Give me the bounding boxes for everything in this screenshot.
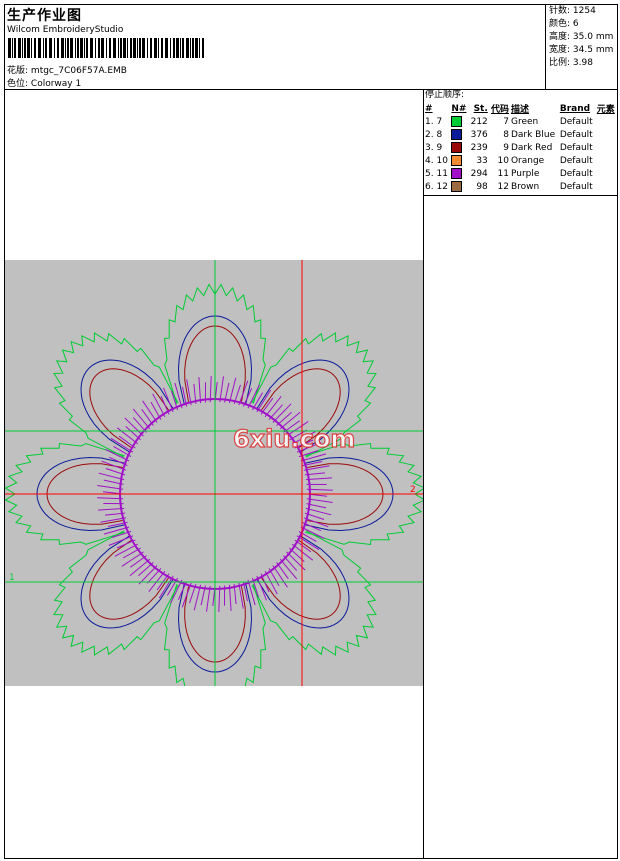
col-element: 元素 — [596, 105, 615, 115]
row-brand: Default — [559, 181, 593, 192]
color-swatch-icon — [451, 129, 463, 140]
production-sheet: 生产作业图 Wilcom EmbroideryStudio 花版: mtgc_7… — [4, 4, 618, 859]
row-brand: Default — [559, 142, 593, 153]
row-code: 10 — [497, 155, 509, 166]
row-stitches: 239 — [470, 142, 488, 153]
design-file: mtgc_7C06F57A.EMB — [30, 66, 127, 76]
row-code: 8 — [503, 129, 509, 140]
row-description: Brown — [510, 181, 540, 192]
row-element — [596, 167, 617, 180]
software-name: Wilcom EmbroideryStudio — [7, 25, 124, 35]
row-stitches: 294 — [470, 168, 488, 179]
table-row: 5. 11 294 11 Purple Default — [424, 167, 617, 180]
table-header-row: # N# St. 代码 描述 Brand 元素 — [424, 102, 617, 116]
row-code: 11 — [497, 168, 509, 179]
stop-sequence-panel: 停止顺序: # N# St. 代码 描述 Brand 元素 1. 7 212 7 Gr… — [424, 89, 617, 196]
color-swatch-icon — [451, 116, 463, 127]
sheet-header: 生产作业图 Wilcom EmbroideryStudio 花版: mtgc_7… — [5, 5, 617, 90]
row-index: 2. 8 — [425, 129, 443, 140]
row-index: 3. 9 — [425, 142, 443, 153]
row-index: 1. 7 — [425, 116, 443, 127]
row-element — [596, 128, 617, 141]
row-code: 9 — [503, 142, 509, 153]
row-stitches: 376 — [470, 129, 488, 140]
row-description: Dark Blue — [510, 129, 556, 140]
col-description: 描述 — [510, 105, 529, 115]
row-brand: Default — [559, 155, 593, 166]
design-canvas: 1 2 6xiu.com — [5, 89, 424, 859]
row-index: 4. 10 — [425, 155, 448, 166]
row-element — [596, 154, 617, 167]
table-row: 1. 7 212 7 Green Default — [424, 115, 617, 128]
design-label: 花版: — [7, 66, 29, 76]
watermark: 6xiu.com — [233, 425, 355, 453]
col-index: # — [425, 103, 433, 114]
row-stitches: 33 — [476, 155, 488, 166]
embroidery-preview: 1 2 6xiu.com — [5, 260, 423, 686]
design-file-line: 花版: mtgc_7C06F57A.EMB — [7, 63, 127, 76]
row-stitches: 212 — [470, 116, 488, 127]
col-brand: Brand — [559, 103, 591, 114]
row-swatch — [450, 128, 468, 141]
color-swatch-icon — [451, 142, 463, 153]
table-row: 4. 10 33 10 Orange Default — [424, 154, 617, 167]
barcode — [8, 38, 204, 58]
row-description: Orange — [510, 155, 545, 166]
stop-sequence-title: 停止顺序: — [425, 90, 465, 100]
stat-width: 宽度: 34.5 mm — [549, 45, 614, 55]
colorway-line: 色位: Colorway 1 — [7, 76, 81, 89]
table-row: 2. 8 376 8 Dark Blue Default — [424, 128, 617, 141]
stat-colors: 颜色: 6 — [549, 19, 579, 29]
colorway-label: 色位: — [7, 79, 29, 89]
row-code: 12 — [497, 181, 509, 192]
color-swatch-icon — [451, 181, 463, 192]
row-brand: Default — [559, 168, 593, 179]
row-element — [596, 141, 617, 154]
table-row: 6. 12 98 12 Brown Default — [424, 180, 617, 193]
row-swatch — [450, 115, 468, 128]
header-info: 生产作业图 Wilcom EmbroideryStudio 花版: mtgc_7… — [7, 5, 542, 89]
row-index: 5. 11 — [425, 168, 448, 179]
row-description: Green — [510, 116, 539, 127]
row-description: Purple — [510, 168, 540, 179]
row-swatch — [450, 141, 468, 154]
stat-scale: 比例: 3.98 — [549, 58, 593, 68]
row-swatch — [450, 167, 468, 180]
stats-panel: 针数: 1254 颜色: 6 高度: 35.0 mm 宽度: 34.5 mm 比… — [545, 5, 617, 89]
color-swatch-icon — [451, 155, 463, 166]
stat-stitches: 针数: 1254 — [549, 6, 596, 16]
table-row: 3. 9 239 9 Dark Red Default — [424, 141, 617, 154]
end-marker: 2 — [410, 485, 416, 495]
row-element — [596, 115, 617, 128]
col-needle: N# — [451, 103, 467, 114]
start-marker: 1 — [9, 573, 15, 583]
row-description: Dark Red — [510, 142, 553, 153]
row-element — [596, 180, 617, 193]
row-index: 6. 12 — [425, 181, 448, 192]
colorway-name: Colorway 1 — [30, 79, 82, 89]
row-code: 7 — [503, 116, 509, 127]
row-stitches: 98 — [476, 181, 488, 192]
preview-background — [5, 260, 423, 686]
stat-height: 高度: 35.0 mm — [549, 32, 614, 42]
col-stitches: St. — [473, 103, 488, 114]
stop-sequence-table: # N# St. 代码 描述 Brand 元素 1. 7 212 7 Green Def… — [424, 102, 617, 193]
row-brand: Default — [559, 129, 593, 140]
row-brand: Default — [559, 116, 593, 127]
sheet-title: 生产作业图 — [7, 8, 82, 24]
table-divider — [424, 195, 617, 196]
row-swatch — [450, 154, 468, 167]
color-swatch-icon — [451, 168, 463, 179]
col-code: 代码 — [490, 105, 509, 115]
row-swatch — [450, 180, 468, 193]
